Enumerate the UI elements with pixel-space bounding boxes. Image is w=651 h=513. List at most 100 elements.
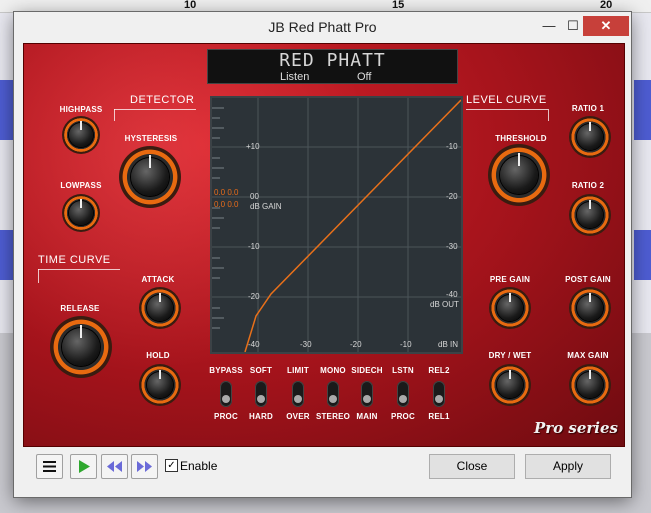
- hamburger-icon: [43, 461, 56, 472]
- left-tick: -40: [248, 340, 260, 349]
- toggle-switch[interactable]: [292, 381, 304, 407]
- bottom-tick: -10: [400, 340, 412, 349]
- ratio1-label: RATIO 1: [571, 104, 605, 113]
- switch-bottom-label: PROC: [214, 412, 238, 421]
- left-tick: +10: [246, 142, 260, 151]
- switch-handle: [294, 395, 302, 403]
- threshold-knob[interactable]: [488, 144, 550, 206]
- switch-bottom-label: REL1: [428, 412, 450, 421]
- display-screen: RED PHATT Listen Off: [207, 49, 458, 84]
- post-gain-label: POST GAIN: [565, 275, 611, 284]
- section-divider: [114, 109, 196, 110]
- highpass-label: HIGHPASS: [59, 105, 103, 114]
- play-icon: [79, 460, 90, 473]
- right-tick: -20: [446, 192, 458, 201]
- max-gain-label: MAX GAIN: [567, 351, 609, 360]
- skip-back-icon: [107, 461, 122, 472]
- ratio2-label: RATIO 2: [571, 181, 605, 190]
- plugin-dialog: JB Red Phatt Pro — ☐ ✕ RED PHATT Listen …: [14, 12, 631, 497]
- transfer-curve-line: [244, 99, 461, 352]
- attack-label: ATTACK: [141, 275, 175, 284]
- bottom-tick: -20: [350, 340, 362, 349]
- ratio1-knob[interactable]: [569, 116, 611, 158]
- threshold-label: THRESHOLD: [495, 134, 547, 143]
- hold-label: HOLD: [146, 351, 170, 360]
- post-gain-knob[interactable]: [569, 287, 611, 329]
- hysteresis-knob[interactable]: [119, 146, 181, 208]
- right-tick: -40: [446, 290, 458, 299]
- release-knob[interactable]: [50, 316, 112, 378]
- switch-bottom-label: MAIN: [356, 412, 378, 421]
- toggle-switch[interactable]: [220, 381, 232, 407]
- max-gain-knob[interactable]: [569, 364, 611, 406]
- switch-handle: [399, 395, 407, 403]
- highpass-knob[interactable]: [62, 116, 100, 154]
- toggle-switch[interactable]: [255, 381, 267, 407]
- lowpass-knob[interactable]: [62, 194, 100, 232]
- section-divider: [38, 269, 39, 283]
- hysteresis-label: HYSTERESIS: [124, 134, 178, 143]
- section-divider: [38, 269, 120, 270]
- level-curve-section-title: LEVEL CURVE: [466, 94, 547, 106]
- transfer-curve-graph[interactable]: +10 00 -10 -20 -40 -10 -20 -30 -40 -30 -…: [210, 96, 463, 354]
- db-out-label: dB OUT: [430, 300, 459, 309]
- detector-section-title: DETECTOR: [130, 94, 195, 106]
- toggle-switch[interactable]: [397, 381, 409, 407]
- attack-knob[interactable]: [139, 287, 181, 329]
- switch-handle: [363, 395, 371, 403]
- left-tick: -20: [248, 292, 260, 301]
- switch-top-label: SOFT: [249, 366, 273, 375]
- skip-back-button[interactable]: [101, 454, 128, 479]
- switch-handle: [329, 395, 337, 403]
- right-tick: -30: [446, 242, 458, 251]
- pre-gain-knob[interactable]: [489, 287, 531, 329]
- pre-gain-label: PRE GAIN: [489, 275, 531, 284]
- gain-readout: 0.0 0.0: [214, 188, 239, 197]
- section-divider: [466, 109, 548, 110]
- menu-button[interactable]: [36, 454, 63, 479]
- title-bar: JB Red Phatt Pro — ☐ ✕: [14, 12, 631, 44]
- release-label: RELEASE: [60, 304, 100, 313]
- hold-knob[interactable]: [139, 364, 181, 406]
- switch-handle: [435, 395, 443, 403]
- ratio2-knob[interactable]: [569, 194, 611, 236]
- switch-handle: [222, 395, 230, 403]
- graph-svg: [212, 98, 461, 352]
- listen-label: Listen: [280, 71, 310, 83]
- switch-top-label: REL2: [428, 366, 450, 375]
- toggle-switch[interactable]: [433, 381, 445, 407]
- switch-top-label: SIDECH: [351, 366, 383, 375]
- close-window-button[interactable]: ✕: [583, 16, 629, 36]
- skip-forward-button[interactable]: [131, 454, 158, 479]
- dry-wet-label: DRY / WET: [488, 351, 532, 360]
- right-tick: -10: [446, 142, 458, 151]
- listen-value: Off: [357, 71, 372, 83]
- switch-top-label: LSTN: [392, 366, 414, 375]
- db-in-label: dB IN: [438, 340, 459, 349]
- play-button[interactable]: [70, 454, 97, 479]
- ruler-tick: 10: [184, 0, 197, 11]
- close-button[interactable]: Close: [429, 454, 515, 479]
- enable-checkbox[interactable]: ✓: [165, 459, 178, 472]
- pro-series-logo: Pro series: [534, 419, 618, 437]
- toggle-switch[interactable]: [327, 381, 339, 407]
- switch-bottom-label: HARD: [249, 412, 273, 421]
- dry-wet-knob[interactable]: [489, 364, 531, 406]
- gain-readout: 0.0 0.0: [214, 200, 239, 209]
- skip-forward-icon: [137, 461, 152, 472]
- display-title: RED PHATT: [279, 50, 386, 71]
- toggle-switch[interactable]: [361, 381, 373, 407]
- apply-button[interactable]: Apply: [525, 454, 611, 479]
- switch-top-label: BYPASS: [209, 366, 243, 375]
- switch-bottom-label: PROC: [391, 412, 415, 421]
- bottom-tick: -30: [300, 340, 312, 349]
- switch-top-label: LIMIT: [287, 366, 309, 375]
- switch-bottom-label: OVER: [286, 412, 310, 421]
- waveform: [634, 230, 651, 280]
- left-tick: -10: [248, 242, 260, 251]
- ruler-tick: 15: [392, 0, 405, 11]
- left-tick: 00: [250, 192, 259, 201]
- db-gain-label: dB GAIN: [250, 202, 282, 211]
- lowpass-label: LOWPASS: [60, 181, 102, 190]
- switch-handle: [257, 395, 265, 403]
